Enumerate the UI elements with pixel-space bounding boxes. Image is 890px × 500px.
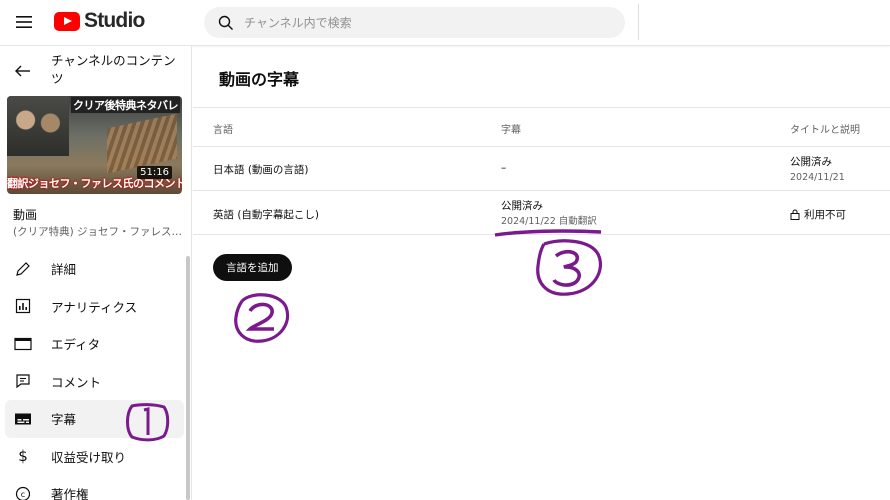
video-thumbnail[interactable]: クリア後特典ネタバレ 翻訳ジョセフ・ファレス氏のコメント 51:16: [7, 96, 182, 194]
logo-text: Studio: [84, 9, 145, 32]
analytics-icon: [14, 297, 32, 315]
nav-item-editor[interactable]: エディタ: [0, 325, 188, 363]
thumbnail-caption-top: クリア後特典ネタバレ: [71, 97, 180, 113]
add-language-button[interactable]: 言語を追加: [213, 254, 292, 281]
subtitles-date: 2024/11/22 自動翻訳: [501, 216, 597, 227]
row-language: 日本語 (動画の言語): [213, 164, 309, 176]
comment-icon: [14, 372, 32, 390]
subtitles-icon: [14, 410, 32, 428]
search-input[interactable]: [244, 15, 604, 30]
search-icon: [218, 15, 233, 30]
row-title-description: 公開済み 2024/11/21: [790, 154, 845, 186]
top-header: Studio: [0, 0, 890, 46]
nav-item-copyright[interactable]: c 著作権: [0, 475, 188, 500]
table-row[interactable]: 英語 (自動字幕起こし) 公開済み 2024/11/22 自動翻訳 利用不可: [193, 190, 890, 235]
pencil-icon: [14, 260, 32, 278]
nav-item-details[interactable]: 詳細: [0, 250, 188, 288]
thumbnail-image-wreck: [107, 113, 177, 174]
main-content: 動画の字幕 言語 字幕 タイトルと説明 日本語 (動画の言語) – 公開済み 2…: [193, 46, 890, 500]
title-status: 公開済み: [790, 156, 832, 168]
column-header-subtitles: 字幕: [501, 125, 521, 136]
svg-text:c: c: [21, 490, 25, 499]
column-header-language: 言語: [213, 125, 233, 136]
hamburger-menu-icon[interactable]: [14, 12, 34, 32]
video-label: 動画: [13, 208, 38, 222]
copyright-icon: c: [14, 485, 32, 500]
nav-label: コメント: [51, 374, 102, 390]
row-subtitles: 公開済み 2024/11/22 自動翻訳: [501, 198, 597, 230]
nav-label: 収益受け取り: [51, 449, 127, 465]
sidebar-scrollbar[interactable]: [186, 256, 190, 500]
channel-content-title[interactable]: チャンネルのコンテンツ: [51, 52, 181, 88]
channel-search-bar[interactable]: [204, 7, 625, 38]
video-nav: 詳細 アナリティクス エディタ コメント 字幕 $ 収益受け取り c 著作権: [0, 250, 188, 500]
subtitles-status: 公開済み: [501, 200, 543, 212]
sidebar: チャンネルのコンテンツ クリア後特典ネタバレ 翻訳ジョセフ・ファレス氏のコメント…: [0, 46, 192, 500]
video-title: (クリア特典) ジョセフ・ファレス氏...: [13, 226, 183, 238]
nav-item-analytics[interactable]: アナリティクス: [0, 288, 188, 326]
nav-label: アナリティクス: [51, 299, 138, 315]
nav-label: 字幕: [51, 412, 77, 428]
column-header-title-description: タイトルと説明: [790, 125, 860, 136]
row-language: 英語 (自動字幕起こし): [213, 209, 320, 221]
subtitles-table: 言語 字幕 タイトルと説明 日本語 (動画の言語) – 公開済み 2024/11…: [193, 107, 890, 235]
video-duration: 51:16: [137, 166, 172, 179]
page-title: 動画の字幕: [219, 70, 300, 89]
editor-icon: [14, 335, 32, 353]
back-row: チャンネルのコンテンツ: [0, 46, 192, 94]
nav-label: エディタ: [51, 337, 101, 353]
table-row[interactable]: 日本語 (動画の言語) – 公開済み 2024/11/21: [193, 146, 890, 190]
svg-text:$: $: [18, 447, 28, 465]
nav-item-comments[interactable]: コメント: [0, 363, 188, 401]
table-header: 言語 字幕 タイトルと説明: [193, 107, 890, 146]
title-date: 2024/11/21: [790, 172, 845, 183]
header-divider: [638, 4, 639, 40]
nav-label: 詳細: [51, 262, 77, 278]
row-title-description: 利用不可: [790, 207, 846, 222]
youtube-play-icon: [54, 11, 80, 31]
row-subtitles: –: [501, 162, 507, 174]
dollar-icon: $: [14, 447, 32, 465]
nav-item-monetization[interactable]: $ 収益受け取り: [0, 438, 188, 476]
thumbnail-image-people: [7, 96, 69, 156]
title-status: 利用不可: [804, 209, 846, 221]
youtube-studio-logo[interactable]: Studio: [54, 9, 145, 33]
lock-icon: [790, 209, 800, 220]
nav-item-subtitles[interactable]: 字幕: [5, 400, 184, 438]
back-arrow-icon[interactable]: [12, 60, 34, 82]
nav-label: 著作権: [51, 487, 89, 500]
